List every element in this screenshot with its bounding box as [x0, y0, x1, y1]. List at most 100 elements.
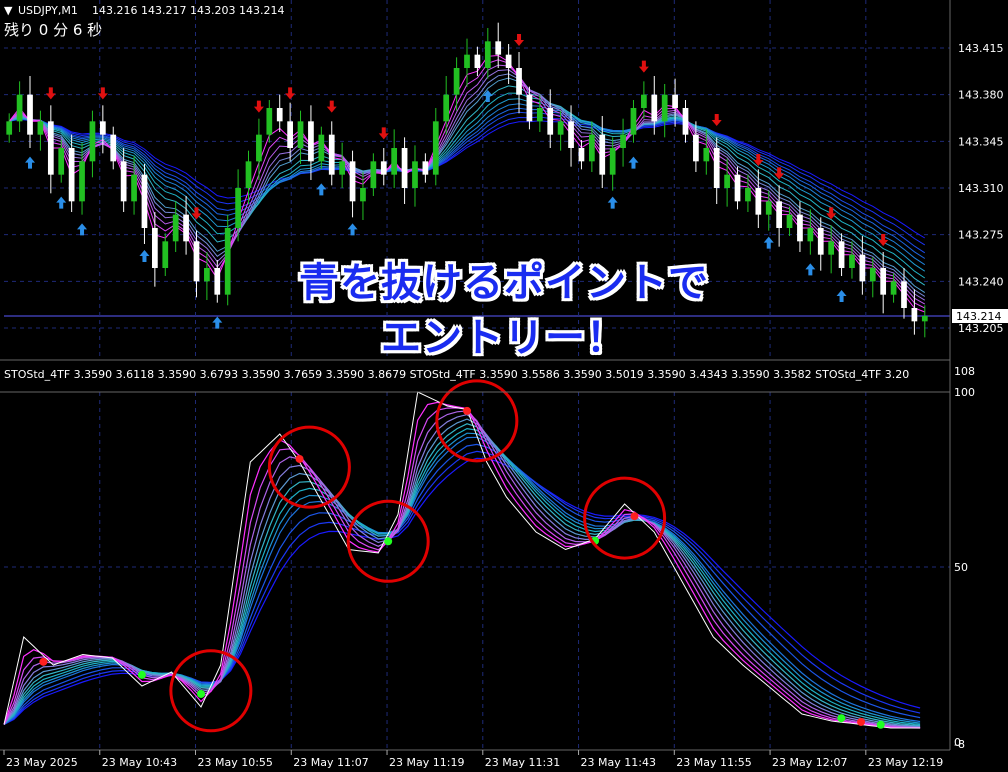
- price-tick-label: 143.275: [958, 229, 1004, 242]
- candle-body: [432, 121, 439, 175]
- candle-body: [703, 148, 710, 162]
- stoch-line: [3, 450, 921, 726]
- price-tick-label: 143.380: [958, 89, 1004, 102]
- candle-body: [620, 134, 626, 148]
- candle-body: [713, 148, 720, 188]
- candle-body: [786, 214, 793, 228]
- axes: 143.415 143.380 143.345 143.310 143.275 143.2…: [0, 0, 1008, 769]
- candle-body: [474, 54, 481, 68]
- candle-body: [578, 148, 585, 162]
- symbol-label: USDJPY,M1: [18, 4, 78, 17]
- stoch-line: [3, 401, 921, 729]
- arrow-up-icon: [316, 183, 327, 196]
- candle-body: [172, 214, 179, 242]
- candle-body: [110, 134, 117, 162]
- arrow-down-icon: [326, 100, 337, 113]
- candle-body: [349, 161, 356, 202]
- price-tick-label: 143.415: [958, 42, 1004, 55]
- candle-body: [79, 161, 85, 202]
- candle-body: [37, 121, 44, 135]
- red-dot: [463, 406, 471, 415]
- arrow-up-icon: [628, 156, 639, 169]
- sub-tick-label: 50: [954, 561, 968, 574]
- ohlc-text: 143.216 143.217 143.203 143.214: [92, 4, 284, 17]
- candle-body: [807, 228, 814, 242]
- candle-body: [672, 94, 678, 108]
- green-dot: [837, 714, 846, 723]
- time-tick-label: 23 May 11:31: [485, 756, 560, 769]
- arrow-up-icon: [347, 223, 358, 236]
- trading-chart[interactable]: 143.415 143.380 143.345 143.310 143.275 143.2…: [0, 0, 1008, 772]
- red-dot: [39, 657, 48, 666]
- candle-body: [131, 174, 137, 202]
- candle-body: [318, 134, 325, 162]
- dropdown-triangle-icon[interactable]: ▼: [4, 4, 13, 17]
- time-tick-label: 23 May 10:43: [102, 756, 177, 769]
- arrow-up-icon: [56, 196, 67, 209]
- candle-body: [588, 134, 595, 162]
- candle-body: [391, 148, 398, 175]
- arrow-down-icon: [711, 114, 722, 126]
- candle-body: [755, 188, 762, 215]
- candle-body: [297, 121, 304, 148]
- candle-body: [412, 161, 418, 188]
- arrow-down-icon: [638, 60, 649, 73]
- candle-body: [27, 94, 33, 135]
- candle-body: [651, 94, 658, 122]
- candle-body: [745, 188, 751, 202]
- arrow-up-icon: [482, 90, 493, 102]
- indicator-header: STOStd_4TF 3.3590 3.6118 3.3590 3.6793 3…: [4, 368, 909, 381]
- sub-tick-label: 100: [954, 386, 975, 399]
- price-tick-label: 143.310: [958, 182, 1004, 195]
- candle-body: [536, 108, 543, 122]
- candle-body: [99, 121, 106, 135]
- green-dot: [197, 689, 206, 698]
- price-tick-label: 143.345: [958, 135, 1004, 148]
- candle-body: [339, 161, 346, 175]
- candle-body: [328, 134, 335, 175]
- candle-body: [245, 161, 252, 188]
- arrow-down-icon: [285, 87, 296, 100]
- candle-body: [16, 94, 23, 122]
- arrow-down-icon: [45, 87, 56, 100]
- stochastic-markers: [39, 379, 885, 733]
- candle-body: [568, 121, 574, 148]
- arrow-down-icon: [514, 34, 525, 46]
- candle-body: [609, 148, 616, 175]
- candle-body: [661, 94, 668, 122]
- candle-body: [47, 121, 54, 175]
- red-dot: [630, 512, 639, 521]
- time-tick-label: 23 May 11:43: [581, 756, 656, 769]
- candle-body: [58, 148, 65, 175]
- stoch-line: [3, 443, 921, 725]
- candle-body: [287, 121, 293, 148]
- candle-body: [495, 41, 502, 55]
- candle-body: [308, 121, 314, 162]
- candle-body: [141, 174, 148, 228]
- candle-body: [380, 161, 387, 175]
- candle-body: [256, 134, 262, 162]
- green-dot: [876, 720, 885, 729]
- red-dot: [857, 717, 866, 726]
- candle-body: [557, 121, 564, 135]
- time-tick-label: 23 May 11:55: [676, 756, 751, 769]
- candle-body: [422, 161, 429, 175]
- candle-body: [401, 148, 408, 188]
- green-dot: [384, 537, 393, 546]
- red-dot: [295, 454, 304, 463]
- arrow-down-icon: [253, 100, 264, 113]
- candle-body: [599, 134, 606, 175]
- candle-body: [266, 108, 273, 135]
- candle-body: [765, 201, 772, 215]
- candle-body: [734, 174, 741, 202]
- candle-body: [360, 188, 366, 202]
- candle-body: [516, 68, 522, 95]
- sub-range-label: 108: [954, 365, 975, 378]
- candle-body: [443, 94, 450, 122]
- countdown-label: 残り 0 分 6 秒: [4, 21, 102, 39]
- candle-body: [724, 174, 730, 188]
- candle-body: [484, 41, 491, 68]
- candle-body: [505, 54, 512, 68]
- candle-body: [797, 214, 803, 242]
- overlay-line-1: 青を抜けるポイントで: [299, 260, 709, 306]
